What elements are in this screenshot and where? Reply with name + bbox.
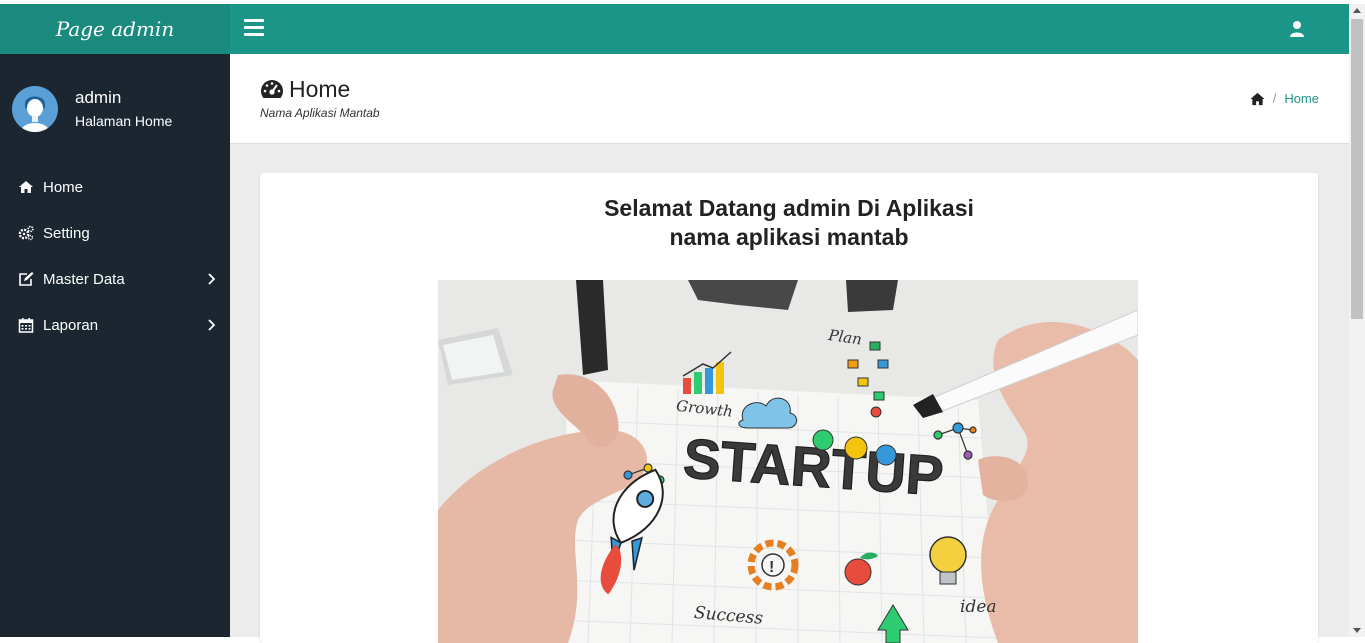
scroll-down-arrow-icon[interactable] [1353, 628, 1361, 633]
user-icon[interactable] [1289, 20, 1305, 38]
content-header: Home Nama Aplikasi Mantab / Home [230, 54, 1349, 144]
home-icon[interactable] [1250, 92, 1265, 106]
calendar-icon [18, 318, 34, 333]
startup-illustration: STARTUP Growth Plan Success idea ! [438, 280, 1138, 643]
chevron-right-icon [208, 319, 215, 331]
sidebar-menu: Home Setting Master Data Laporan [0, 164, 230, 348]
brand-logo-text: Page admin [55, 17, 175, 41]
image-idea-text: idea [960, 597, 997, 617]
page-title: Home [289, 76, 351, 102]
sidebar-item-label: Setting [43, 224, 90, 242]
avatar-icon [12, 86, 58, 132]
top-navbar [230, 4, 1349, 54]
sidebar-item-setting[interactable]: Setting [0, 210, 230, 256]
scrollbar-thumb[interactable] [1351, 19, 1363, 319]
welcome-line-2: nama aplikasi mantab [669, 224, 909, 250]
bars-icon[interactable] [244, 19, 264, 37]
vertical-scrollbar[interactable] [1349, 4, 1365, 637]
user-subtitle: Halaman Home [75, 113, 173, 129]
page-subtitle: Nama Aplikasi Mantab [260, 106, 380, 120]
startup-image: STARTUP Growth Plan Success idea ! [438, 280, 1138, 643]
content-wrapper: Home Nama Aplikasi Mantab / Home Selamat… [230, 54, 1349, 643]
brand-logo[interactable]: Page admin [0, 4, 230, 54]
dashboard-icon [261, 80, 283, 98]
breadcrumb: / Home [1250, 91, 1319, 106]
breadcrumb-current[interactable]: Home [1284, 91, 1319, 106]
sidebar-item-laporan[interactable]: Laporan [0, 302, 230, 348]
scroll-up-arrow-icon[interactable] [1353, 8, 1361, 13]
cogs-icon [18, 225, 34, 241]
welcome-line-1: Selamat Datang admin Di Aplikasi [604, 195, 974, 221]
edit-icon [19, 272, 34, 286]
sidebar-item-label: Home [43, 178, 84, 196]
sidebar-item-master-data[interactable]: Master Data [0, 256, 230, 302]
avatar [12, 86, 58, 132]
user-panel: admin Halaman Home [12, 86, 222, 134]
home-icon [19, 181, 33, 193]
welcome-box: Selamat Datang admin Di Aplikasi nama ap… [260, 173, 1318, 643]
welcome-heading: Selamat Datang admin Di Aplikasi nama ap… [260, 194, 1318, 252]
chevron-right-icon [208, 273, 215, 285]
sidebar-item-label: Laporan [43, 316, 99, 334]
user-name: admin [75, 88, 122, 107]
sidebar-item-label: Master Data [43, 270, 125, 288]
sidebar: admin Halaman Home Home Setting Master D… [0, 54, 230, 637]
svg-text:!: ! [769, 559, 774, 576]
breadcrumb-separator: / [1272, 91, 1277, 106]
sidebar-item-home[interactable]: Home [0, 164, 230, 210]
